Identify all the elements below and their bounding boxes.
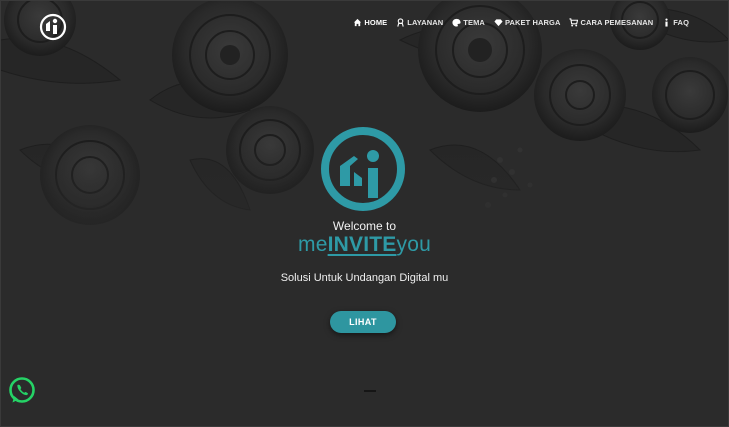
brand-middle: INVITE <box>327 233 397 256</box>
whatsapp-icon[interactable] <box>6 375 38 407</box>
nav-item-label: HOME <box>364 18 388 27</box>
brand-logo <box>321 127 405 211</box>
nav-item-layanan[interactable]: LAYANAN <box>396 18 443 27</box>
brand-name: meINVITEyou <box>0 233 729 257</box>
nav-item-paket-harga[interactable]: PAKET HARGA <box>494 18 561 27</box>
nav-item-label: LAYANAN <box>407 18 444 27</box>
home-icon <box>354 18 362 27</box>
nav-item-label: TEMA <box>463 18 485 27</box>
nav-item-label: FAQ <box>673 18 689 27</box>
site-logo[interactable] <box>38 12 68 42</box>
nav-item-tema[interactable]: TEMA <box>452 18 485 27</box>
palette-icon <box>452 18 461 27</box>
info-icon <box>665 18 668 27</box>
nav-item-faq[interactable]: FAQ <box>662 18 689 27</box>
main-nav: HOME LAYANAN TEMA PAKET HARGA CARA PEMES… <box>353 18 689 27</box>
hero-section: HOME LAYANAN TEMA PAKET HARGA CARA PEMES… <box>0 0 729 427</box>
nav-item-cara-pemesanan[interactable]: CARA PEMESANAN <box>569 18 653 27</box>
welcome-text: Welcome to <box>332 219 397 233</box>
lihat-button[interactable]: LIHAT <box>330 311 396 333</box>
diamond-icon <box>494 19 503 27</box>
nav-item-label: PAKET HARGA <box>504 18 561 27</box>
hero-tagline: Solusi Untuk Undangan Digital mu <box>280 272 449 284</box>
nav-item-label: CARA PEMESANAN <box>580 18 654 27</box>
brand-prefix: me <box>298 233 328 256</box>
nav-item-home[interactable]: HOME <box>353 18 387 27</box>
scroll-indicator <box>364 390 376 392</box>
cart-icon <box>569 18 579 27</box>
service-icon <box>397 18 405 27</box>
brand-suffix: you <box>396 233 431 256</box>
